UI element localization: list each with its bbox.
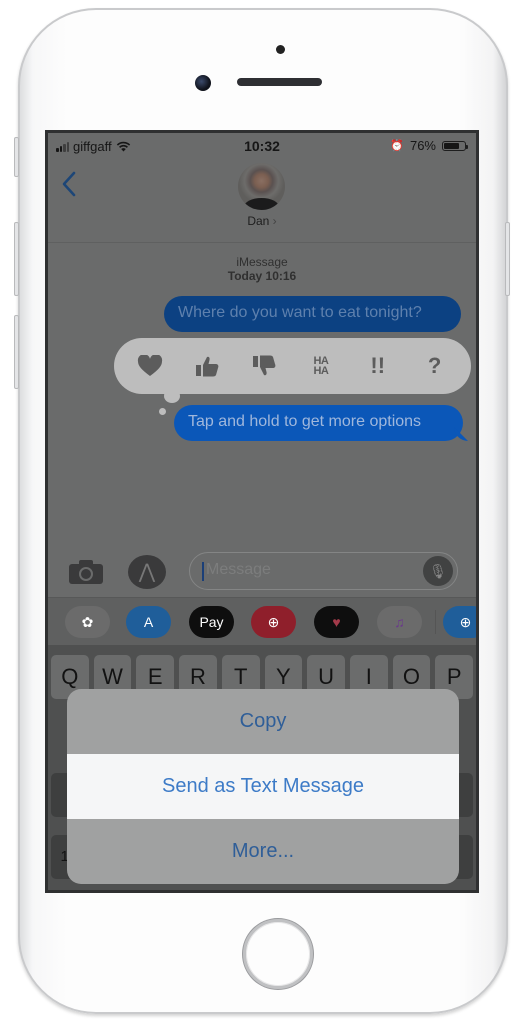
message-placeholder: Message — [206, 561, 271, 578]
copy-option[interactable]: Copy — [67, 689, 459, 754]
more-option[interactable]: More... — [67, 819, 459, 884]
app-store-app-icon[interactable]: A — [126, 606, 171, 638]
send-as-text-message-option[interactable]: Send as Text Message — [67, 754, 459, 819]
conversation-meta: iMessage Today 10:16 — [48, 255, 476, 283]
action-sheet: Copy Send as Text Message More... — [67, 689, 459, 884]
front-camera — [195, 75, 211, 91]
home-button[interactable] — [243, 919, 313, 989]
status-bar: giffgaff 10:32 ⏰ 76% — [48, 133, 476, 159]
photos-app-icon[interactable]: ✿ — [65, 606, 110, 638]
app-drawer: ✿ A Pay ⊕ ♥ ♫ ⊕ — [48, 597, 476, 646]
contact-avatar[interactable] — [238, 163, 285, 210]
message-bubble-selected[interactable]: Tap and hold to get more options — [174, 405, 463, 441]
text-cursor — [202, 562, 204, 581]
earpiece-speaker — [237, 78, 322, 86]
input-bar: ⋀ Message 🎙 — [48, 545, 476, 597]
digital-touch-app-icon[interactable]: ♥ — [314, 606, 359, 638]
screen: giffgaff 10:32 ⏰ 76% Dan › iMessage Toda… — [45, 130, 479, 893]
camera-icon[interactable] — [68, 559, 104, 585]
globe-app-icon[interactable]: ⊕ — [443, 606, 476, 638]
power-button[interactable] — [505, 222, 510, 296]
images-search-app-icon[interactable]: ⊕ — [251, 606, 296, 638]
haha-icon[interactable]: HA HA — [301, 356, 341, 377]
volume-up-button[interactable] — [14, 222, 19, 296]
chevron-right-icon: › — [272, 214, 277, 228]
reaction-bubble-tail-small — [159, 408, 166, 415]
music-app-icon[interactable]: ♫ — [377, 606, 422, 638]
apple-pay-app-icon[interactable]: Pay — [189, 606, 234, 638]
chevron-left-icon[interactable] — [62, 171, 76, 197]
conversation-header: Dan › — [48, 159, 476, 243]
microphone-icon[interactable]: 🎙 — [423, 556, 453, 586]
mute-switch[interactable] — [14, 137, 19, 177]
tapback-reaction-bar: HA HA !! ? — [114, 338, 471, 394]
battery-icon — [442, 140, 468, 151]
message-bubble[interactable]: Where do you want to eat tonight? — [164, 296, 461, 332]
exclamation-icon[interactable]: !! — [358, 353, 398, 379]
status-right: ⏰ 76% — [390, 138, 468, 153]
thumbs-up-icon[interactable] — [187, 354, 227, 378]
alarm-icon: ⏰ — [390, 140, 404, 152]
tray-divider — [435, 610, 436, 634]
app-store-icon[interactable]: ⋀ — [128, 555, 166, 589]
contact-name-button[interactable]: Dan › — [48, 214, 476, 228]
proximity-sensor — [276, 45, 285, 54]
heart-icon[interactable] — [130, 355, 170, 377]
thumbs-down-icon[interactable] — [244, 354, 284, 378]
volume-down-button[interactable] — [14, 315, 19, 389]
service-label: iMessage — [236, 255, 288, 269]
question-icon[interactable]: ? — [415, 353, 455, 379]
timestamp: Today 10:16 — [227, 269, 297, 283]
message-input[interactable]: Message 🎙 — [189, 552, 458, 590]
contact-name: Dan — [247, 214, 270, 228]
battery-percent: 76% — [409, 138, 436, 153]
